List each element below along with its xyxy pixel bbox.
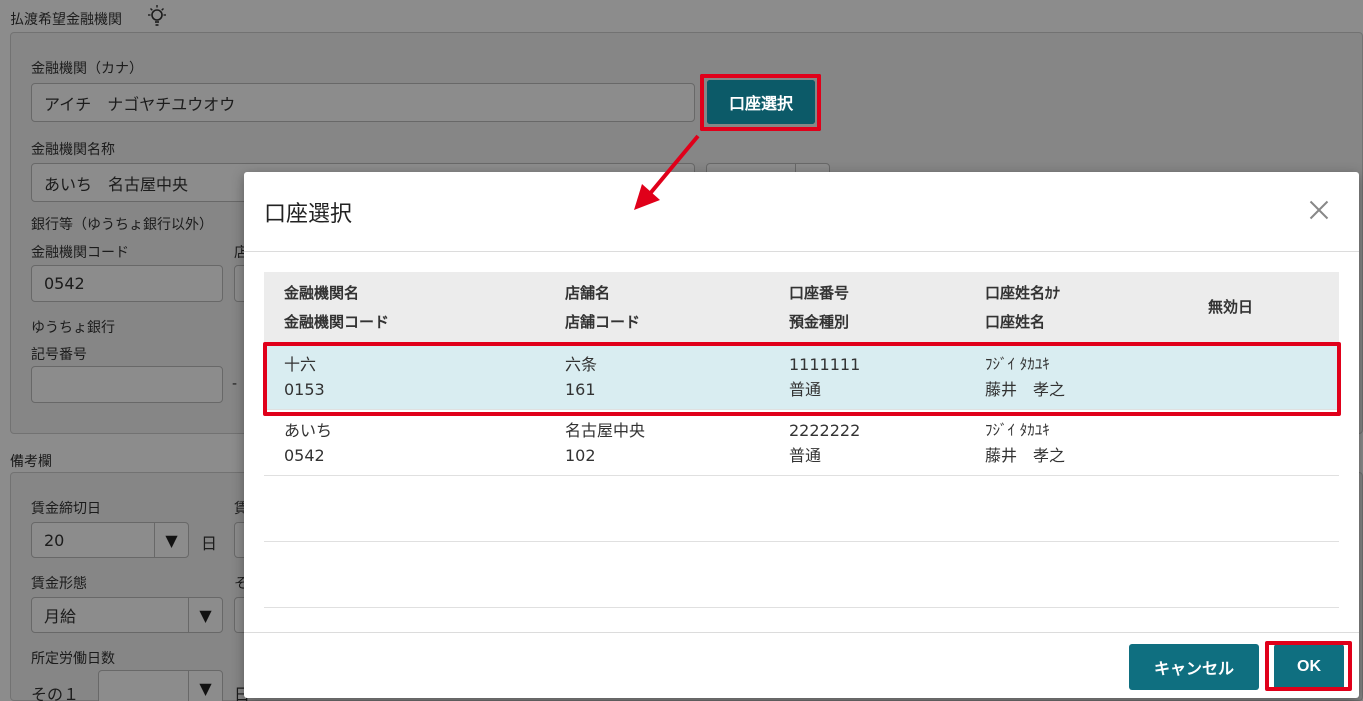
table-header: 金融機関名 金融機関コード 店舗名 店舗コード 口座番号 預金種別 口座姓名ｶﾅ…: [264, 272, 1339, 344]
cell-account-type: 普通: [789, 446, 822, 465]
cell-account-type: 普通: [789, 380, 822, 399]
ok-button[interactable]: OK: [1274, 644, 1344, 690]
modal-title: 口座選択: [264, 202, 353, 227]
header-name: 口座姓名: [985, 313, 1046, 331]
header-branch-code: 店舗コード: [565, 313, 641, 331]
cell-bank-name: あいち: [284, 421, 333, 440]
cancel-button[interactable]: キャンセル: [1129, 644, 1259, 690]
account-select-modal: 口座選択 金融機関名 金融機関コード 店舗名 店舗コード 口座番号 預金種別 口…: [244, 172, 1359, 698]
header-bank-name: 金融機関名: [284, 284, 360, 302]
cell-name: 藤井 孝之: [985, 380, 1066, 399]
cell-branch-code: 161: [565, 380, 596, 399]
table-row-empty: [264, 542, 1339, 608]
cell-account-number: 1111111: [789, 355, 861, 374]
cell-bank-code: 0542: [284, 446, 325, 465]
account-select-button-dimmed[interactable]: 口座選択: [707, 80, 815, 124]
cell-name: 藤井 孝之: [985, 446, 1066, 465]
close-icon[interactable]: [1305, 196, 1333, 224]
cell-account-number: 2222222: [789, 421, 861, 440]
cell-branch-name: 六条: [565, 355, 598, 374]
cell-branch-code: 102: [565, 446, 596, 465]
cell-bank-code: 0153: [284, 380, 325, 399]
cell-name-kana: ﾌｼﾞｲ ﾀｶﾕｷ: [985, 355, 1050, 373]
modal-header: 口座選択: [244, 172, 1359, 252]
modal-footer: キャンセル OK: [244, 632, 1359, 698]
header-branch-name: 店舗名: [565, 284, 611, 302]
header-account-type: 預金種別: [789, 313, 850, 331]
red-arrow-icon: [634, 134, 700, 210]
header-invalid-date: 無効日: [1208, 298, 1254, 316]
header-bank-code: 金融機関コード: [284, 313, 390, 331]
cell-branch-name: 名古屋中央: [565, 421, 646, 440]
table-row[interactable]: あいち 0542 名古屋中央 102 2222222 普通 ﾌｼﾞｲ ﾀｶﾕｷ …: [264, 410, 1339, 476]
table-row-empty: [264, 476, 1339, 542]
cell-bank-name: 十六: [284, 355, 317, 374]
account-table: 金融機関名 金融機関コード 店舗名 店舗コード 口座番号 預金種別 口座姓名ｶﾅ…: [264, 272, 1339, 608]
cell-name-kana: ﾌｼﾞｲ ﾀｶﾕｷ: [985, 421, 1050, 439]
table-row[interactable]: 十六 0153 六条 161 1111111 普通 ﾌｼﾞｲ ﾀｶﾕｷ 藤井 孝…: [264, 344, 1339, 410]
header-account-number: 口座番号: [789, 284, 850, 302]
header-name-kana: 口座姓名ｶﾅ: [985, 284, 1061, 302]
